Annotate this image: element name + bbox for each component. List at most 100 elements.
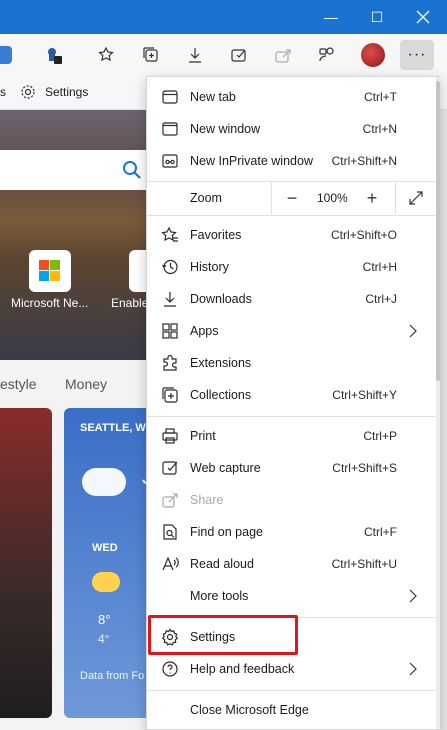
quick-link-microsoft-news[interactable] [29,250,71,292]
menu-item-label: Find on page [190,525,263,539]
menu-item-label: Favorites [190,228,242,242]
menu-item-label: Extensions [190,356,252,370]
zoom-divider [395,182,396,214]
fullscreen-icon [409,191,423,205]
menu-item-more-tools[interactable]: More tools [147,580,439,612]
menu-item-shortcut: Ctrl+P [363,429,397,443]
favorites-settings-link[interactable]: Settings [45,85,88,99]
extensions-icon [161,354,179,372]
menu-item-label: Web capture [190,461,261,475]
zoom-divider [271,182,272,214]
menu-item-label: Downloads [190,292,252,306]
maximize-icon: ☐ [370,8,384,25]
menu-item-label: Help and feedback [190,662,295,676]
favorites-star-button[interactable] [94,42,120,68]
web-capture-button[interactable] [226,42,252,68]
menu-item-shortcut: Ctrl+Shift+Y [332,388,397,402]
weather-day: WED [92,542,118,554]
quick-link-label: Microsoft Ne... [11,296,89,310]
minimize-icon: — [324,9,338,25]
menu-item-web-capture[interactable]: Web capture Ctrl+Shift+S [147,452,439,484]
weather-city: SEATTLE, W [80,422,146,434]
menu-item-label: Settings [190,630,236,644]
capture-icon [231,49,246,62]
menu-item-read-aloud[interactable]: Read aloud Ctrl+Shift+U [147,548,439,580]
menu-item-new-inprivate-window[interactable]: New InPrivate window Ctrl+Shift+N [147,145,439,177]
menu-item-history[interactable]: History Ctrl+H [147,251,439,283]
zoom-out-button[interactable]: − [281,187,303,209]
menu-item-settings[interactable]: Settings [147,621,439,653]
menu-item-new-window[interactable]: New window Ctrl+N [147,113,439,145]
star-icon [98,46,114,62]
tab-lifestyle[interactable]: estyle [0,376,37,392]
favorites-partial-item[interactable]: s [0,85,6,99]
profile-avatar[interactable] [361,43,385,67]
news-card-image[interactable] [0,408,52,718]
menu-item-shortcut: Ctrl+F [364,525,397,539]
menu-item-new-tab[interactable]: New tab Ctrl+T [147,81,439,113]
page-scrollbar[interactable] [439,110,447,730]
menu-item-shortcut: Ctrl+Shift+U [331,557,397,571]
zoom-label: Zoom [190,191,222,205]
menu-divider [147,215,439,216]
menu-item-downloads[interactable]: Downloads Ctrl+J [147,283,439,315]
menu-item-label: New InPrivate window [190,154,313,168]
menu-item-share[interactable]: Share [147,484,439,516]
menu-item-shortcut: Ctrl+N [362,122,397,136]
find-icon [161,523,179,541]
close-window-button[interactable] [400,0,446,34]
extension-icon[interactable] [0,46,12,64]
chevron-right-icon [405,661,419,677]
menu-item-label: Collections [190,388,252,402]
print-icon [161,427,179,445]
weather-high: 8° [98,612,111,627]
close-icon [416,10,430,24]
favorites-icon [161,226,179,244]
minus-icon: − [286,187,298,208]
menu-item-collections[interactable]: Collections Ctrl+Shift+Y [147,379,439,411]
extension-badge-button[interactable] [40,42,66,68]
fullscreen-button[interactable] [405,187,427,209]
menu-item-label: Print [190,429,216,443]
menu-item-close-microsoft-edge[interactable]: Close Microsoft Edge [147,694,439,726]
share-button[interactable] [270,42,296,68]
menu-item-extensions[interactable]: Extensions [147,347,439,379]
help-icon [161,660,179,678]
maximize-button[interactable]: ☐ [354,0,400,34]
menu-divider [147,416,439,417]
minimize-button[interactable]: — [308,0,354,34]
menu-item-favorites[interactable]: Favorites Ctrl+Shift+O [147,219,439,251]
menu-item-shortcut: Ctrl+J [365,292,397,306]
menu-item-apps[interactable]: Apps [147,315,439,347]
downloads-button[interactable] [182,42,208,68]
search-icon [123,161,141,179]
menu-item-label: Share [190,493,224,507]
gear-icon [21,85,35,99]
title-bar: — ☐ [0,0,447,34]
menu-item-label: Close Microsoft Edge [190,703,309,717]
menu-item-shortcut: Ctrl+H [362,260,397,274]
settings-icon [161,628,179,646]
zoom-row: Zoom − 100% + [147,182,439,214]
menu-item-label: New tab [190,90,236,104]
feedback-button[interactable] [314,42,340,68]
menu-item-print[interactable]: Print Ctrl+P [147,420,439,452]
collections-icon [143,47,158,62]
menu-item-label: History [190,260,229,274]
menu-scrollbar-thumb[interactable] [436,81,440,381]
zoom-in-button[interactable]: + [361,187,383,209]
cloud-icon [82,468,126,496]
settings-and-more-button[interactable]: ··· [400,40,434,70]
menu-divider [147,690,439,691]
menu-item-find-on-page[interactable]: Find on page Ctrl+F [147,516,439,548]
menu-divider [147,617,439,618]
menu-item-label: More tools [190,589,249,603]
history-icon [161,258,179,276]
tab-money[interactable]: Money [65,376,107,392]
menu-item-label: New window [190,122,261,136]
menu-item-help-and-feedback[interactable]: Help and feedback [147,653,439,685]
collections-button[interactable] [138,42,164,68]
read-aloud-icon [161,555,179,573]
web-search-box[interactable] [0,150,160,190]
web-capture-icon [161,459,179,477]
